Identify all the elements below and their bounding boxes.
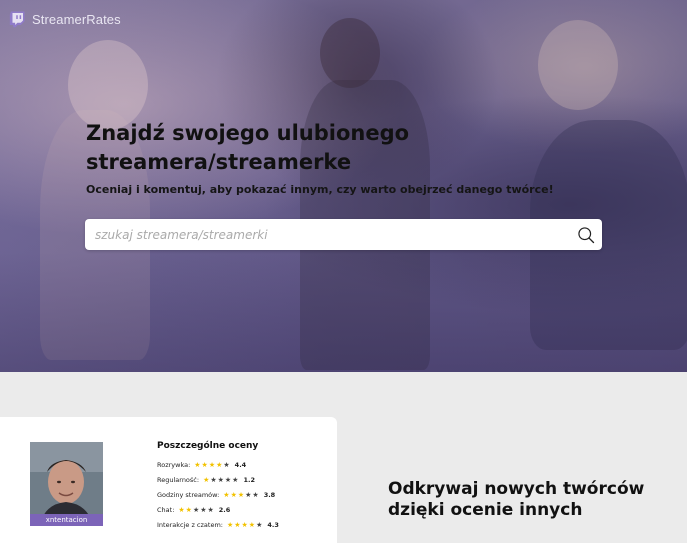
rating-value: 1.2 <box>243 475 255 484</box>
rating-row: Interakcje z czatem: ★★★★★ 4.3 <box>157 517 279 532</box>
discover-line-2: dzięki ocenie innych <box>388 500 583 520</box>
hero-bottom-fade <box>0 252 687 372</box>
rating-row: Rozrywka: ★★★★★ 4.4 <box>157 457 279 472</box>
rating-label: Interakcje z czatem: <box>157 520 223 529</box>
rating-row: Godziny streamów: ★★★★★ 3.8 <box>157 487 279 502</box>
hero-face-left <box>68 40 148 130</box>
search-bar[interactable] <box>85 219 602 250</box>
streamer-name[interactable]: xntentacion <box>30 514 103 526</box>
search-icon[interactable] <box>576 225 596 245</box>
discover-heading: Odkrywaj nowych twórców dzięki ocenie in… <box>388 479 644 521</box>
discover-line-1: Odkrywaj nowych twórców <box>388 479 645 499</box>
avatar[interactable]: xntentacion <box>30 442 103 526</box>
hero-section: StreamerRates Znajdź swojego ulubionego … <box>0 0 687 372</box>
star-rating: ★★★★★ <box>194 460 231 469</box>
star-rating: ★★★★★ <box>226 520 264 529</box>
streamer-card[interactable]: xntentacion Poszczególne oceny Rozrywka:… <box>0 417 337 543</box>
hero-subline: Oceniaj i komentuj, aby pokazać innym, c… <box>86 183 554 196</box>
twitch-icon <box>9 11 25 28</box>
rating-value: 4.4 <box>234 460 247 469</box>
rating-label: Rozrywka: <box>157 460 191 469</box>
rating-row: Regularność: ★★★★★ 1.2 <box>157 472 279 487</box>
brand-name: StreamerRates <box>32 11 121 27</box>
ratings-panel: Poszczególne oceny Rozrywka: ★★★★★ 4.4 R… <box>157 441 279 532</box>
rating-label: Godziny streamów: <box>157 490 220 499</box>
rating-value: 3.8 <box>263 490 276 499</box>
rating-label: Regularność: <box>157 475 200 484</box>
hero-face-right <box>538 20 618 110</box>
rating-value: 2.6 <box>218 505 231 514</box>
hero-headline: Znajdź swojego ulubionego streamera/stre… <box>86 121 410 174</box>
ratings-title: Poszczególne oceny <box>157 441 259 451</box>
star-rating: ★★★★★ <box>178 505 215 514</box>
rating-row: Chat: ★★★★★ 2.6 <box>157 502 279 517</box>
star-rating: ★★★★★ <box>203 475 240 484</box>
site-logo[interactable]: StreamerRates <box>8 10 121 28</box>
star-rating: ★★★★★ <box>223 490 260 499</box>
hero-face-center <box>320 18 380 88</box>
rating-value: 4.3 <box>267 520 279 529</box>
rating-label: Chat: <box>157 505 175 514</box>
search-input[interactable] <box>85 219 576 250</box>
